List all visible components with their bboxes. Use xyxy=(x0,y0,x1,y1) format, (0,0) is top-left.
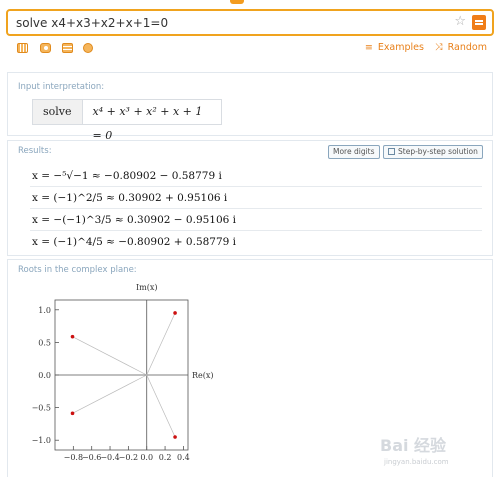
watermark-logo: Bai 经验 xyxy=(380,436,447,455)
puzzle-icon[interactable] xyxy=(83,43,93,53)
interpretation-command: solve xyxy=(33,100,83,124)
brand-tab xyxy=(230,0,244,4)
pod-title: Results: xyxy=(18,146,52,156)
y-tick-label: −0.5 xyxy=(32,404,51,413)
toolbar-links: ≡ Examples ⤨ Random xyxy=(365,42,487,53)
y-tick-label: 0.0 xyxy=(38,371,51,380)
step-icon xyxy=(388,148,395,155)
root-point xyxy=(70,334,75,339)
x-tick-label: −0.8 xyxy=(64,453,83,462)
more-digits-button[interactable]: More digits xyxy=(328,145,380,159)
search-box[interactable]: ☆ xyxy=(6,9,494,36)
root-line xyxy=(146,312,176,376)
watermark-url: jingyan.baidu.com xyxy=(384,458,449,466)
result-row: x = (−1)^2/5 ≈ 0.30902 + 0.95106 i xyxy=(30,187,482,209)
x-tick-label: 0.0 xyxy=(140,453,153,462)
star-icon[interactable]: ☆ xyxy=(454,14,466,29)
root-point xyxy=(70,411,75,416)
shuffle-icon: ⤨ xyxy=(435,42,443,53)
list-icon: ≡ xyxy=(364,42,373,53)
search-input[interactable] xyxy=(16,14,416,32)
input-toolbar: ≡ Examples ⤨ Random xyxy=(17,42,487,57)
examples-link[interactable]: Examples xyxy=(378,42,424,53)
x-axis-label: Re(x) xyxy=(192,371,214,380)
keyboard-icon[interactable] xyxy=(17,43,28,53)
top-strip xyxy=(0,0,500,4)
step-by-step-button[interactable]: Step-by-step solution xyxy=(383,145,483,159)
result-row: x = (−1)^4/5 ≈ −0.80902 + 0.58779 i xyxy=(32,236,237,248)
y-tick-label: 0.5 xyxy=(38,338,51,347)
x-tick-label: 0.4 xyxy=(177,453,190,462)
results-pod: Results: More digits Step-by-step soluti… xyxy=(7,140,493,256)
x-tick-label: −0.2 xyxy=(119,453,138,462)
table-icon[interactable] xyxy=(62,43,73,53)
step-by-step-label: Step-by-step solution xyxy=(398,147,478,156)
random-link[interactable]: Random xyxy=(448,42,487,53)
result-row: x = −(−1)^3/5 ≈ 0.30902 − 0.95106 i xyxy=(30,209,482,231)
compute-button[interactable] xyxy=(472,15,486,30)
root-point xyxy=(173,435,177,439)
input-interpretation-pod: Input interpretation: solve x⁴ + x³ + x²… xyxy=(7,72,493,142)
y-tick-label: −1.0 xyxy=(32,436,51,445)
y-tick-label: 1.0 xyxy=(38,306,51,315)
x-tick-label: 0.2 xyxy=(159,453,172,462)
interpretation-table: solve x⁴ + x³ + x² + x + 1 = 0 xyxy=(32,99,222,142)
root-point xyxy=(173,311,177,315)
camera-icon[interactable] xyxy=(40,43,51,53)
root-line xyxy=(72,336,147,376)
result-row: x = −⁵√−1 ≈ −0.80902 − 0.58779 i xyxy=(30,165,482,187)
x-tick-label: −0.4 xyxy=(100,453,119,462)
y-axis-label: Im(x) xyxy=(136,283,158,292)
root-line xyxy=(72,374,147,414)
interpretation-equation: x⁴ + x³ + x² + x + 1 = 0 xyxy=(82,100,221,142)
root-line xyxy=(146,374,176,438)
pod-title: Input interpretation: xyxy=(18,82,105,92)
x-tick-label: −0.6 xyxy=(82,453,101,462)
